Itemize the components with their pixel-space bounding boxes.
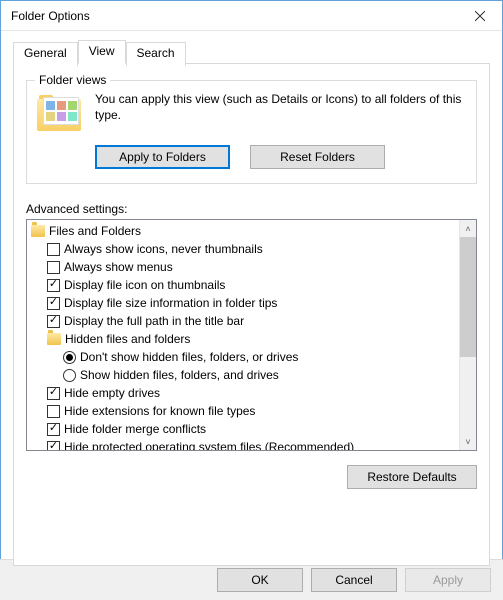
checkbox-icon [47,405,60,418]
close-button[interactable] [457,1,502,31]
scroll-up-button[interactable]: ˄ [460,220,476,237]
checkbox-icon [47,297,60,310]
reset-folders-button[interactable]: Reset Folders [250,145,385,169]
folder-views-icon [37,93,85,135]
restore-defaults-button[interactable]: Restore Defaults [347,465,477,489]
checkbox-icon [47,261,60,274]
tab-general[interactable]: General [13,42,78,66]
checkbox-icon [47,441,60,451]
option-hide-protected-os-files[interactable]: Hide protected operating system files (R… [31,438,459,450]
apply-button[interactable]: Apply [405,568,491,592]
folder-views-label: Folder views [35,73,110,87]
advanced-settings-list[interactable]: Files and Folders Always show icons, nev… [27,220,459,450]
checkbox-icon [47,387,60,400]
option-hide-extensions[interactable]: Hide extensions for known file types [31,402,459,420]
titlebar: Folder Options [1,1,502,31]
scroll-track[interactable] [460,237,476,433]
option-always-show-icons[interactable]: Always show icons, never thumbnails [31,240,459,258]
scroll-thumb[interactable] [460,237,476,357]
tree-group-label: Files and Folders [49,222,141,240]
option-label: Don't show hidden files, folders, or dri… [80,348,298,366]
scroll-down-button[interactable]: ˅ [460,433,476,450]
option-hide-empty-drives[interactable]: Hide empty drives [31,384,459,402]
option-display-file-icon[interactable]: Display file icon on thumbnails [31,276,459,294]
checkbox-icon [47,243,60,256]
option-display-file-size[interactable]: Display file size information in folder … [31,294,459,312]
close-icon [475,11,485,21]
advanced-settings-label: Advanced settings: [26,202,477,216]
option-label: Always show menus [64,258,173,276]
tab-search[interactable]: Search [126,42,186,66]
option-label: Display the full path in the title bar [64,312,244,330]
option-label: Show hidden files, folders, and drives [80,366,279,384]
option-label: Display file icon on thumbnails [64,276,225,294]
option-display-full-path[interactable]: Display the full path in the title bar [31,312,459,330]
vertical-scrollbar[interactable]: ˄ ˅ [459,220,476,450]
checkbox-icon [47,279,60,292]
chevron-down-icon: ˅ [465,437,470,447]
folder-icon [47,333,61,345]
radio-icon [63,369,76,382]
tree-group-hidden-files: Hidden files and folders [31,330,459,348]
option-label: Hide empty drives [64,384,160,402]
option-label: Hide folder merge conflicts [64,420,206,438]
option-label: Hide extensions for known file types [64,402,255,420]
folder-views-group: Folder views You can apply this view (su… [26,80,477,184]
option-label: Display file size information in folder … [64,294,277,312]
folder-views-description: You can apply this view (such as Details… [95,91,466,135]
chevron-up-icon: ˄ [465,224,470,234]
tab-panel-view: Folder views You can apply this view (su… [13,63,490,566]
option-dont-show-hidden[interactable]: Don't show hidden files, folders, or dri… [31,348,459,366]
option-hide-merge-conflicts[interactable]: Hide folder merge conflicts [31,420,459,438]
option-label: Hide protected operating system files (R… [64,438,354,450]
checkbox-icon [47,315,60,328]
tree-group-files-folders: Files and Folders [31,222,459,240]
option-show-hidden[interactable]: Show hidden files, folders, and drives [31,366,459,384]
window-title: Folder Options [11,9,457,23]
option-label: Always show icons, never thumbnails [64,240,263,258]
dialog-content: General View Search Folder views You can… [1,31,502,566]
radio-icon [63,351,76,364]
cancel-button[interactable]: Cancel [311,568,397,592]
option-always-show-menus[interactable]: Always show menus [31,258,459,276]
ok-button[interactable]: OK [217,568,303,592]
tab-view[interactable]: View [78,40,126,64]
tree-group-label: Hidden files and folders [65,330,190,348]
folder-icon [31,225,45,237]
tab-strip: General View Search [13,40,490,64]
apply-to-folders-button[interactable]: Apply to Folders [95,145,230,169]
advanced-settings-box: Files and Folders Always show icons, nev… [26,219,477,451]
checkbox-icon [47,423,60,436]
